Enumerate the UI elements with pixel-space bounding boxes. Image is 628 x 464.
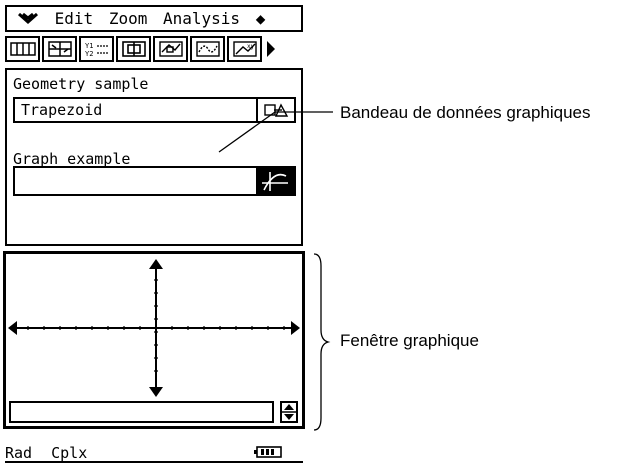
strip-callout-line xyxy=(218,111,333,153)
angle-mode-status: Rad xyxy=(5,444,33,462)
menu-marker-icon[interactable]: ◆ xyxy=(256,9,266,28)
svg-text:Y1: Y1 xyxy=(85,42,93,50)
svg-text:xy: xy xyxy=(247,43,255,50)
geometry-sample-label: Geometry sample xyxy=(13,75,149,93)
main-icon[interactable] xyxy=(5,36,40,62)
menu-zoom[interactable]: Zoom xyxy=(109,9,148,28)
graph-scroll-buttons[interactable] xyxy=(280,401,298,423)
graph-window[interactable] xyxy=(3,251,305,429)
sketch-icon[interactable]: xy xyxy=(227,36,262,62)
graph-data-strip[interactable] xyxy=(13,166,296,196)
svg-text:Y2: Y2 xyxy=(85,50,93,58)
status-bar: Rad Cplx xyxy=(5,444,303,462)
trace-icon[interactable] xyxy=(190,36,225,62)
status-bar-underline xyxy=(5,461,303,463)
menu-dropdown-icon[interactable] xyxy=(17,9,49,28)
strip-annotation: Bandeau de données graphiques xyxy=(340,103,591,122)
graph-entry-field[interactable] xyxy=(9,401,274,423)
graph-link-icon[interactable] xyxy=(256,168,294,194)
window-brace xyxy=(313,253,331,431)
stat-icon[interactable] xyxy=(42,36,77,62)
complex-mode-status: Cplx xyxy=(51,444,88,462)
geometry-icon[interactable] xyxy=(116,36,151,62)
graph-func-icon[interactable]: Y1 Y2 xyxy=(79,36,114,62)
toolbar-scroll-right-icon[interactable] xyxy=(264,36,278,62)
menu-bar: Edit Zoom Analysis ◆ xyxy=(5,5,303,32)
window-annotation: Fenêtre graphique xyxy=(340,331,479,350)
view-window-icon[interactable] xyxy=(153,36,188,62)
menu-analysis[interactable]: Analysis xyxy=(163,9,240,28)
toolbar: Y1 Y2 xy xyxy=(5,36,303,62)
menu-edit[interactable]: Edit xyxy=(55,9,94,28)
